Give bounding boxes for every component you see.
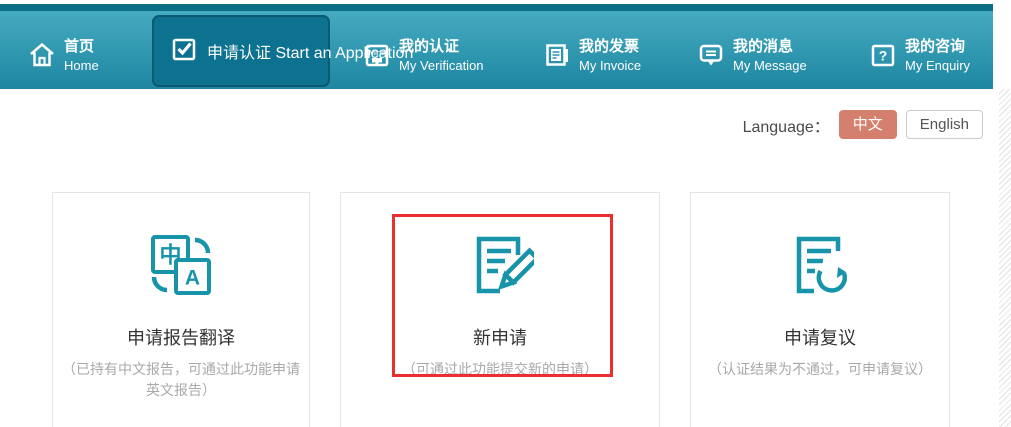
- svg-text:?: ?: [879, 48, 888, 64]
- nav-label-zh: 申请认证: [207, 45, 271, 62]
- nav-item-home[interactable]: 首页 Home: [28, 33, 99, 77]
- nav-label-zh: 我的消息: [733, 37, 807, 57]
- question-icon: ?: [869, 41, 897, 69]
- document-refresh-icon: [786, 231, 854, 304]
- card-subtitle: （认证结果为不通过，可申请复议）: [691, 359, 949, 380]
- home-icon: [28, 41, 56, 69]
- language-option-english[interactable]: English: [906, 110, 983, 139]
- message-icon: [697, 41, 725, 69]
- page-edge-hatch: [999, 89, 1011, 427]
- page: 首页 Home 申请认证 Start an Application: [0, 0, 1011, 427]
- nav-item-my-verification[interactable]: Mine 我的认证 My Verification: [363, 33, 484, 77]
- card-new-application[interactable]: 新申请 （可通过此功能提交新的申请）: [340, 192, 660, 427]
- new-application-icon: [466, 231, 534, 304]
- nav-label-en: Home: [64, 57, 99, 74]
- card-subtitle: （可通过此功能提交新的申请）: [341, 359, 659, 380]
- svg-text:A: A: [185, 267, 200, 290]
- nav-label-zh: 我的认证: [399, 37, 484, 57]
- nav-label-en: My Message: [733, 57, 807, 74]
- language-label: Language：: [743, 113, 830, 137]
- language-switcher: Language： 中文 English: [743, 110, 983, 139]
- card-title: 新申请: [341, 324, 659, 350]
- svg-text:Mine: Mine: [369, 48, 385, 57]
- nav-label-zh: 我的发票: [579, 37, 641, 57]
- card-title: 申请报告翻译: [53, 324, 309, 350]
- nav-label-en: My Invoice: [579, 57, 641, 74]
- translate-icon: 中 A: [147, 231, 215, 304]
- top-navbar: 首页 Home 申请认证 Start an Application: [0, 4, 993, 89]
- nav-label-en: My Enquiry: [905, 57, 970, 74]
- nav-label-zh: 我的咨询: [905, 37, 970, 57]
- card-subtitle: （已持有中文报告，可通过此功能申请英文报告）: [53, 359, 309, 401]
- nav-item-my-invoice[interactable]: 我的发票 My Invoice: [543, 33, 641, 77]
- nav-item-my-enquiry[interactable]: ? 我的咨询 My Enquiry: [869, 33, 970, 77]
- nav-item-my-message[interactable]: 我的消息 My Message: [697, 33, 807, 77]
- card-title: 申请复议: [691, 324, 949, 350]
- mine-badge-icon: Mine: [363, 41, 391, 69]
- nav-item-start-application[interactable]: 申请认证 Start an Application: [152, 15, 330, 87]
- nav-label-en: My Verification: [399, 57, 484, 74]
- nav-label-zh: 首页: [64, 37, 99, 57]
- card-review-request[interactable]: 申请复议 （认证结果为不通过，可申请复议）: [690, 192, 950, 427]
- card-report-translation[interactable]: 中 A 申请报告翻译 （已持有中文报告，可通过此功能申请英文报告）: [52, 192, 310, 427]
- language-option-chinese[interactable]: 中文: [839, 110, 897, 139]
- invoice-icon: [543, 41, 571, 69]
- check-square-icon: [170, 35, 198, 68]
